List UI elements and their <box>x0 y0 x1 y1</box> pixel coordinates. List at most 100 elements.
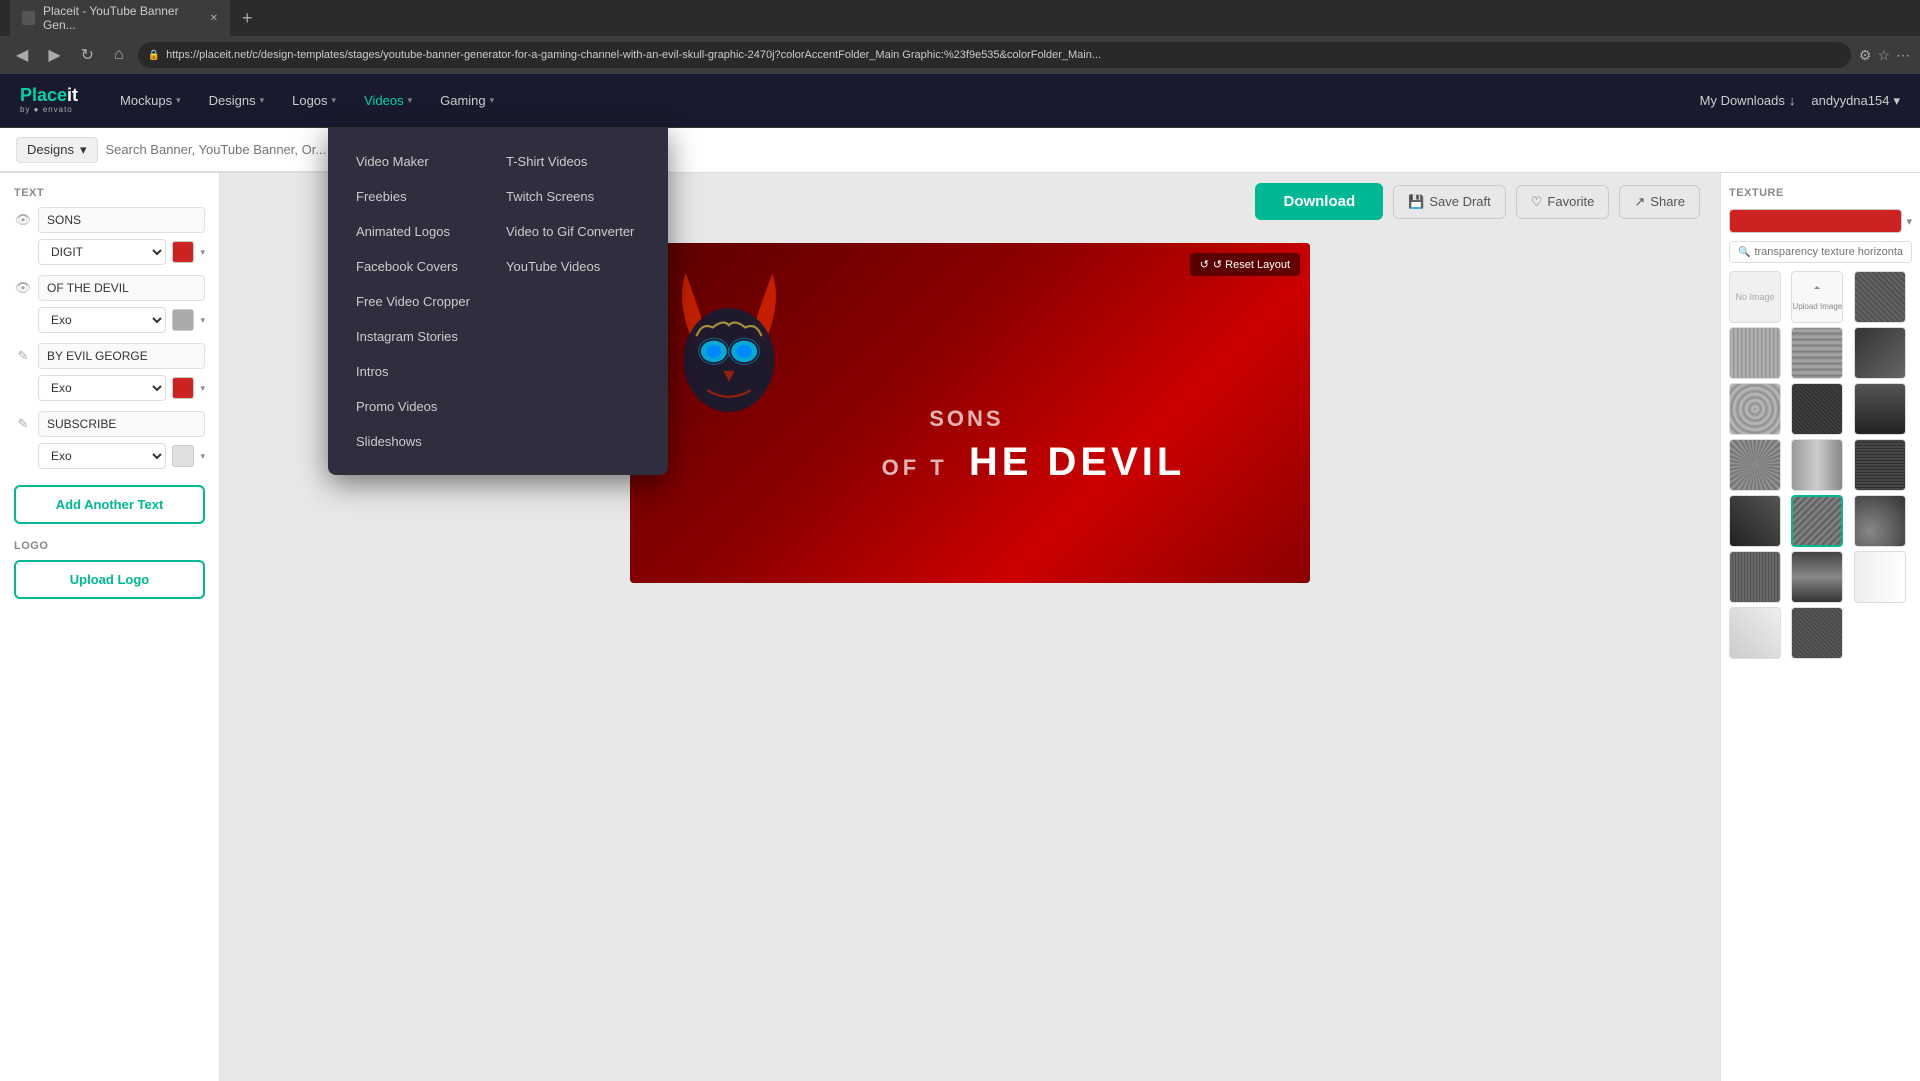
texture-item-6[interactable] <box>1791 383 1843 435</box>
texture-item-5[interactable] <box>1729 383 1781 435</box>
texture-item-17[interactable] <box>1729 607 1781 659</box>
save-draft-label: Save Draft <box>1429 194 1490 209</box>
texture-item-2[interactable] <box>1729 327 1781 379</box>
banner-background: SONS OF T HE DEVIL <box>630 243 1310 583</box>
font-select-4[interactable]: Exo <box>38 443 166 469</box>
dropdown-tshirt-videos[interactable]: T-Shirt Videos <box>498 144 648 179</box>
texture-no-image[interactable]: No Image <box>1729 271 1781 323</box>
download-arrow-icon: ↓ <box>1789 93 1796 108</box>
visibility-toggle-2[interactable]: 👁 <box>14 279 32 297</box>
texture-item-16[interactable] <box>1854 551 1906 603</box>
color-swatch-1[interactable] <box>172 241 194 263</box>
browser-chrome: Placeit - YouTube Banner Gen... ✕ + <box>0 0 1920 36</box>
username-label: andyydna154 <box>1811 93 1889 108</box>
dropdown-video-maker[interactable]: Video Maker <box>348 144 498 179</box>
font-select-2[interactable]: Exo <box>38 307 166 333</box>
upload-logo-button[interactable]: Upload Logo <box>14 560 205 599</box>
home-button[interactable]: ⌂ <box>108 42 130 68</box>
search-category-selector[interactable]: Designs ▾ <box>16 137 98 163</box>
texture-item-13[interactable] <box>1854 495 1906 547</box>
text-value-2[interactable]: OF THE DEVIL <box>38 275 205 301</box>
texture-item-3[interactable] <box>1791 327 1843 379</box>
texture-item-8[interactable] <box>1729 439 1781 491</box>
font-row-3: Exo ▾ <box>38 375 205 401</box>
dropdown-columns: Video Maker Freebies Animated Logos Face… <box>348 144 648 459</box>
browser-toolbar: ◀ ▶ ↻ ⌂ 🔒 https://placeit.net/c/design-t… <box>0 36 1920 74</box>
browser-tab[interactable]: Placeit - YouTube Banner Gen... ✕ <box>10 0 230 38</box>
add-text-button[interactable]: Add Another Text <box>14 485 205 524</box>
color-swatch-3[interactable] <box>172 377 194 399</box>
favorite-button[interactable]: ♡ Favorite <box>1516 185 1610 219</box>
texture-item-15[interactable] <box>1791 551 1843 603</box>
dropdown-youtube-videos[interactable]: YouTube Videos <box>498 249 648 284</box>
color-swatch-2[interactable] <box>172 309 194 331</box>
texture-search-input[interactable] <box>1754 246 1903 258</box>
texture-item-9[interactable] <box>1791 439 1843 491</box>
new-tab-icon[interactable]: + <box>242 8 253 29</box>
my-downloads-link[interactable]: My Downloads ↓ <box>1700 93 1796 108</box>
extensions-icon[interactable]: ⚙ <box>1859 47 1872 64</box>
texture-color-row: ▾ <box>1729 209 1912 233</box>
texture-item-4[interactable] <box>1854 327 1906 379</box>
dropdown-animated-logos[interactable]: Animated Logos <box>348 214 498 249</box>
logo-text: Placeit <box>20 86 78 106</box>
texture-item-12[interactable] <box>1791 495 1843 547</box>
text-row-3: ✎ BY EVIL GEORGE <box>14 343 205 369</box>
texture-item-11[interactable] <box>1729 495 1781 547</box>
visibility-toggle-1[interactable]: 👁 <box>14 211 32 229</box>
search-selector-chevron: ▾ <box>80 142 87 158</box>
text-row-4: ✎ SUBSCRIBE <box>14 411 205 437</box>
font-select-3[interactable]: Exo <box>38 375 166 401</box>
texture-item-7[interactable] <box>1854 383 1906 435</box>
my-downloads-label: My Downloads <box>1700 93 1785 108</box>
tab-close-icon[interactable]: ✕ <box>210 13 218 24</box>
share-button[interactable]: ↗ Share <box>1619 185 1700 219</box>
nav-designs[interactable]: Designs ▾ <box>197 87 277 114</box>
user-menu[interactable]: andyydna154 ▾ <box>1811 93 1900 109</box>
dropdown-facebook-covers[interactable]: Facebook Covers <box>348 249 498 284</box>
bookmark-icon[interactable]: ☆ <box>1877 47 1890 64</box>
refresh-button[interactable]: ↻ <box>75 41 100 69</box>
texture-item-1[interactable] <box>1854 271 1906 323</box>
text-value-4[interactable]: SUBSCRIBE <box>38 411 205 437</box>
save-draft-button[interactable]: 💾 Save Draft <box>1393 185 1506 219</box>
toolbar-icons: ⚙ ☆ ⋯ <box>1859 47 1910 64</box>
dropdown-freebies[interactable]: Freebies <box>348 179 498 214</box>
dropdown-free-video-cropper[interactable]: Free Video Cropper <box>348 284 498 319</box>
texture-item-18[interactable] <box>1791 607 1843 659</box>
favorite-label: Favorite <box>1547 194 1594 209</box>
app-header: Placeit by ● envato Mockups ▾ Designs ▾ … <box>0 74 1920 128</box>
back-button[interactable]: ◀ <box>10 41 34 69</box>
dropdown-promo-videos[interactable]: Promo Videos <box>348 389 498 424</box>
nav-mockups[interactable]: Mockups ▾ <box>108 87 193 114</box>
share-label: Share <box>1650 194 1685 209</box>
forward-button[interactable]: ▶ <box>42 41 66 69</box>
texture-upload[interactable]: Upload Image <box>1791 271 1843 323</box>
text-value-3[interactable]: BY EVIL GEORGE <box>38 343 205 369</box>
dropdown-intros[interactable]: Intros <box>348 354 498 389</box>
more-icon[interactable]: ⋯ <box>1896 47 1910 64</box>
texture-item-14[interactable] <box>1729 551 1781 603</box>
download-button[interactable]: Download <box>1255 183 1383 220</box>
font-select-1[interactable]: DIGIT <box>38 239 166 265</box>
visibility-toggle-3[interactable]: ✎ <box>14 347 32 365</box>
logo[interactable]: Placeit by ● envato <box>20 86 78 115</box>
texture-item-10[interactable] <box>1854 439 1906 491</box>
texture-grid: No Image Upload Image <box>1729 271 1912 659</box>
nav-gaming[interactable]: Gaming ▾ <box>428 87 506 114</box>
dropdown-instagram-stories[interactable]: Instagram Stories <box>348 319 498 354</box>
dropdown-slideshows[interactable]: Slideshows <box>348 424 498 459</box>
dropdown-twitch-screens[interactable]: Twitch Screens <box>498 179 648 214</box>
texture-search: 🔍 <box>1729 241 1912 263</box>
nav-videos[interactable]: Videos ▾ <box>352 87 424 114</box>
texture-color-swatch[interactable] <box>1729 209 1902 233</box>
dropdown-video-gif-converter[interactable]: Video to Gif Converter <box>498 214 648 249</box>
visibility-toggle-4[interactable]: ✎ <box>14 415 32 433</box>
nav-logos[interactable]: Logos ▾ <box>280 87 348 114</box>
share-icon: ↗ <box>1634 194 1645 210</box>
address-bar[interactable]: 🔒 https://placeit.net/c/design-templates… <box>138 42 1851 68</box>
reset-layout-button[interactable]: ↺ ↺ Reset Layout <box>1190 253 1300 276</box>
color-swatch-4[interactable] <box>172 445 194 467</box>
text-value-1[interactable]: SONS <box>38 207 205 233</box>
font-row-2: Exo ▾ <box>38 307 205 333</box>
